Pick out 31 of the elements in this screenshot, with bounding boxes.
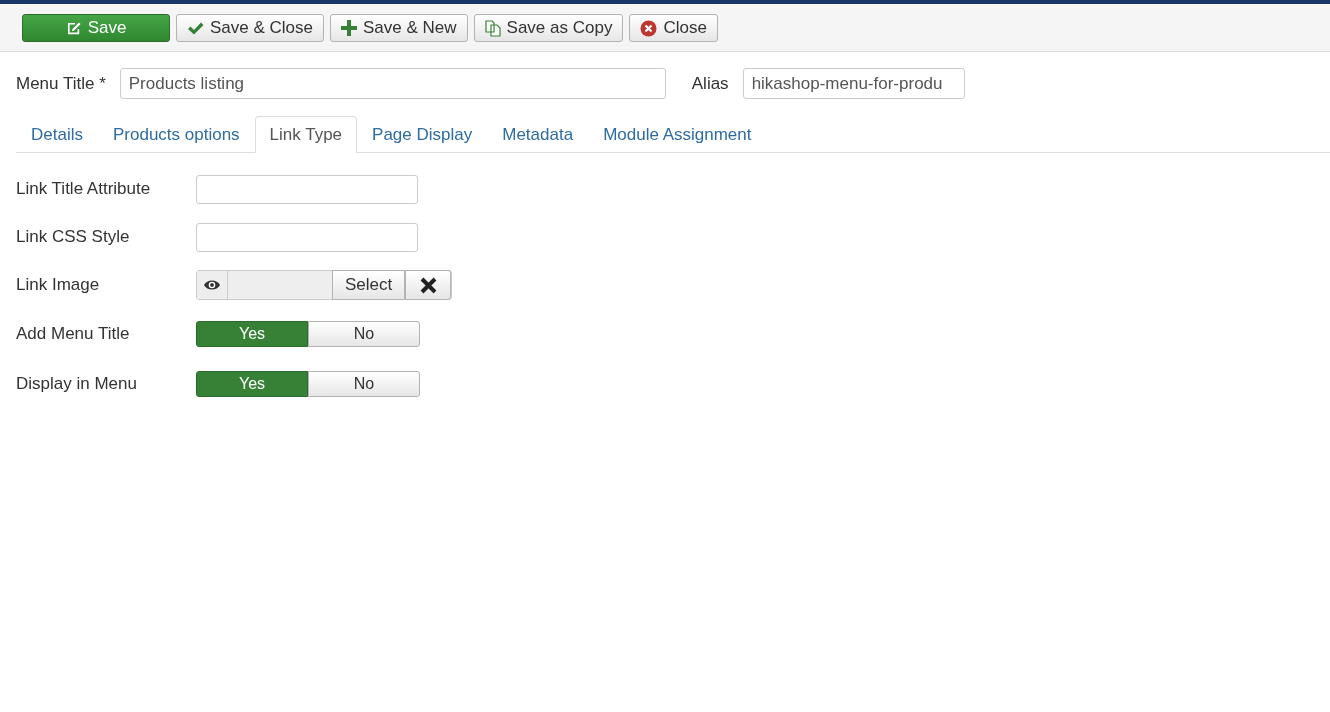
field-label: Menu Title *	[16, 73, 106, 94]
toggle-option[interactable]: Yes	[196, 321, 308, 347]
edit-icon	[65, 20, 82, 36]
input-field[interactable]	[196, 222, 418, 252]
tab[interactable]: Products options	[97, 116, 255, 153]
input-field[interactable]	[196, 174, 418, 204]
tab[interactable]: Page Display	[357, 116, 488, 153]
tab[interactable]: Link Type	[254, 116, 358, 153]
toolbar-button[interactable]: Close	[629, 14, 718, 42]
close-icon	[640, 19, 658, 37]
toolbar-button[interactable]: Save as Copy	[473, 14, 624, 42]
field-label: Link Title Attribute	[16, 179, 152, 199]
field-label: Link CSS Style	[16, 227, 131, 247]
tab[interactable]: Details	[16, 116, 98, 153]
field-label: Link Image	[16, 275, 101, 295]
alias-field[interactable]: hikashop-menu-for-produ	[742, 68, 965, 99]
toolbar-button[interactable]: Save & New	[330, 14, 468, 42]
tab[interactable]: Module Assignment	[588, 116, 767, 153]
toolbar-button[interactable]: Save	[22, 14, 170, 42]
check-icon	[187, 20, 204, 36]
plus-icon	[341, 20, 357, 36]
field-label: Alias	[691, 73, 729, 94]
toggle-option[interactable]: No	[308, 371, 420, 397]
toolbar-button[interactable]: Save & Close	[176, 14, 324, 42]
field-label: Display in Menu	[16, 374, 138, 394]
tab[interactable]: Metadata	[487, 116, 589, 153]
toggle-option[interactable]: No	[308, 321, 420, 347]
toggle-option[interactable]: Yes	[196, 371, 308, 397]
menu-title-field[interactable]: Products listing	[119, 68, 666, 99]
copy-icon	[484, 19, 501, 37]
field-label: Add Menu Title	[16, 324, 131, 344]
